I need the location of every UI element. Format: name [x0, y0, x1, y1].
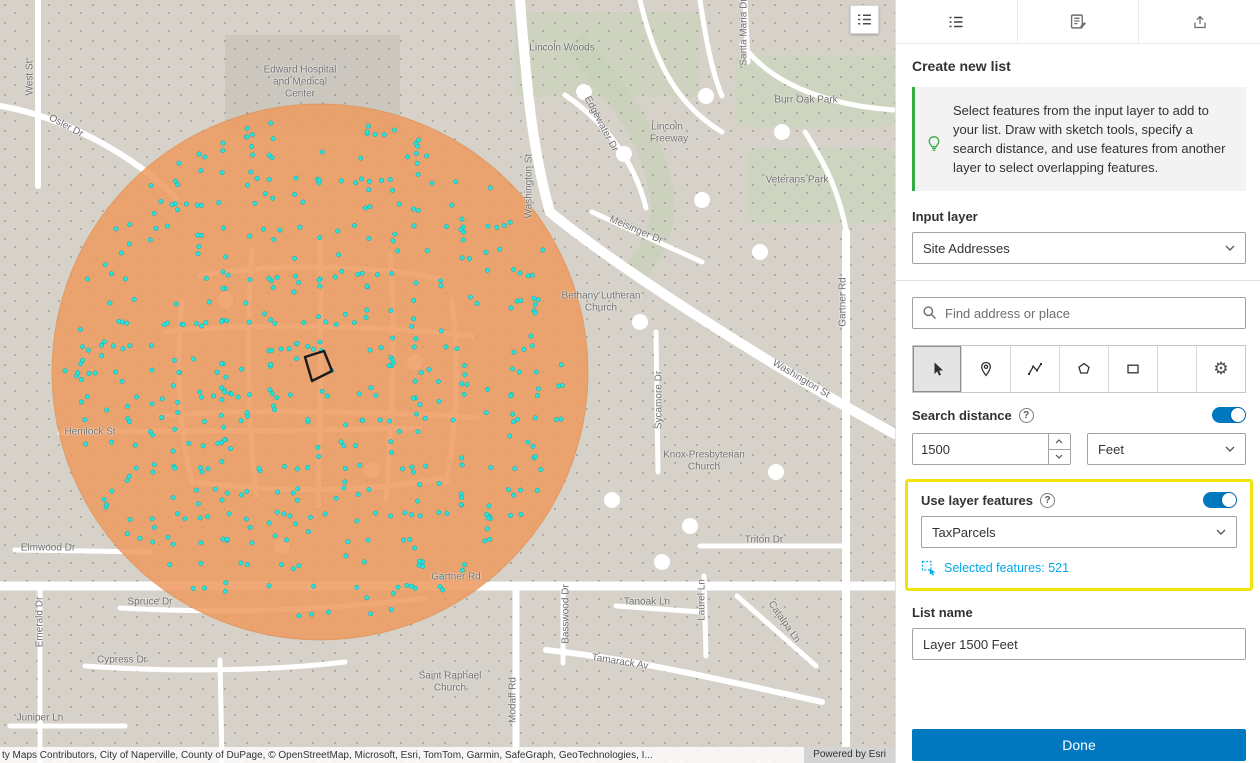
sketch-toolbar: ⚙ [912, 345, 1246, 393]
chevron-down-icon [1225, 446, 1235, 452]
search-distance-label: Search distance [912, 408, 1012, 423]
list-name-input[interactable] [912, 628, 1246, 660]
input-layer-select[interactable]: Site Addresses [912, 232, 1246, 264]
distance-unit-value: Feet [1098, 442, 1124, 457]
tab-create-list[interactable] [1018, 0, 1140, 43]
point-icon [978, 361, 994, 377]
distance-unit-select[interactable]: Feet [1087, 433, 1246, 465]
sketch-settings-button[interactable]: ⚙ [1196, 346, 1245, 392]
gear-icon: ⚙ [1213, 359, 1228, 379]
number-spinner [1048, 434, 1070, 464]
tool-polygon-button[interactable] [1060, 346, 1109, 392]
search-icon [922, 305, 937, 320]
list-options-icon [948, 14, 964, 30]
search-distance-row: Search distance ? [912, 407, 1246, 423]
spinner-up-button[interactable] [1049, 434, 1070, 450]
select-features-icon [921, 560, 937, 576]
lightbulb-icon [925, 135, 943, 153]
export-icon [1192, 14, 1208, 30]
tool-pointer-button[interactable] [913, 346, 962, 392]
done-button[interactable]: Done [912, 729, 1246, 761]
use-layer-features-section: Use layer features ? TaxParcels [905, 479, 1253, 591]
list-name-label: List name [912, 605, 1246, 620]
info-box: Select features from the input layer to … [912, 87, 1246, 191]
polyline-icon [1027, 361, 1043, 377]
help-icon[interactable]: ? [1040, 493, 1055, 508]
search-input[interactable] [912, 297, 1246, 329]
selected-features-text: Selected features: 521 [944, 561, 1069, 575]
spinner-down-button[interactable] [1049, 450, 1070, 465]
tool-point-button[interactable] [962, 346, 1011, 392]
address-search [912, 297, 1246, 329]
pointer-icon [929, 361, 945, 377]
chevron-down-icon [1225, 245, 1235, 251]
use-layer-features-toggle[interactable] [1203, 492, 1237, 508]
layer-list-icon [856, 11, 873, 28]
layer-select[interactable]: TaxParcels [921, 516, 1237, 548]
chevron-down-icon [1216, 529, 1226, 535]
basemap [0, 0, 895, 763]
rectangle-icon [1125, 361, 1141, 377]
distance-number-field [912, 433, 1071, 465]
create-list-panel: Create new list Select features from the… [895, 0, 1260, 763]
page-title: Create new list [912, 58, 1246, 74]
map-attribution: ty Maps Contributors, City of Naperville… [0, 747, 895, 763]
app-window: West StOsler DrEdward Hospitaland Medica… [0, 0, 1260, 763]
distance-inputs: Feet [912, 433, 1246, 465]
info-text: Select features from the input layer to … [953, 101, 1234, 177]
tool-polyline-button[interactable] [1011, 346, 1060, 392]
distance-input[interactable] [913, 434, 1048, 464]
divider [896, 280, 1260, 281]
powered-by-esri-link[interactable]: Powered by Esri [804, 747, 895, 763]
input-layer-value: Site Addresses [923, 241, 1010, 256]
toolbar-spacer [1158, 346, 1196, 392]
selected-features-link[interactable]: Selected features: 521 [921, 560, 1237, 576]
polygon-icon [1076, 361, 1092, 377]
layer-list-button[interactable] [850, 5, 879, 34]
create-list-icon [1070, 13, 1087, 30]
use-layer-features-label: Use layer features [921, 493, 1033, 508]
use-layer-features-row: Use layer features ? [921, 492, 1237, 508]
attribution-text: ty Maps Contributors, City of Naperville… [0, 750, 804, 761]
tool-rectangle-button[interactable] [1109, 346, 1158, 392]
panel-body: Create new list Select features from the… [896, 44, 1260, 763]
tab-export[interactable] [1139, 0, 1260, 43]
map-canvas[interactable]: West StOsler DrEdward Hospitaland Medica… [0, 0, 895, 763]
panel-tabs [896, 0, 1260, 44]
tab-list-options[interactable] [896, 0, 1018, 43]
help-icon[interactable]: ? [1019, 408, 1034, 423]
layer-select-value: TaxParcels [932, 525, 996, 540]
search-distance-toggle[interactable] [1212, 407, 1246, 423]
input-layer-label: Input layer [912, 209, 1246, 224]
